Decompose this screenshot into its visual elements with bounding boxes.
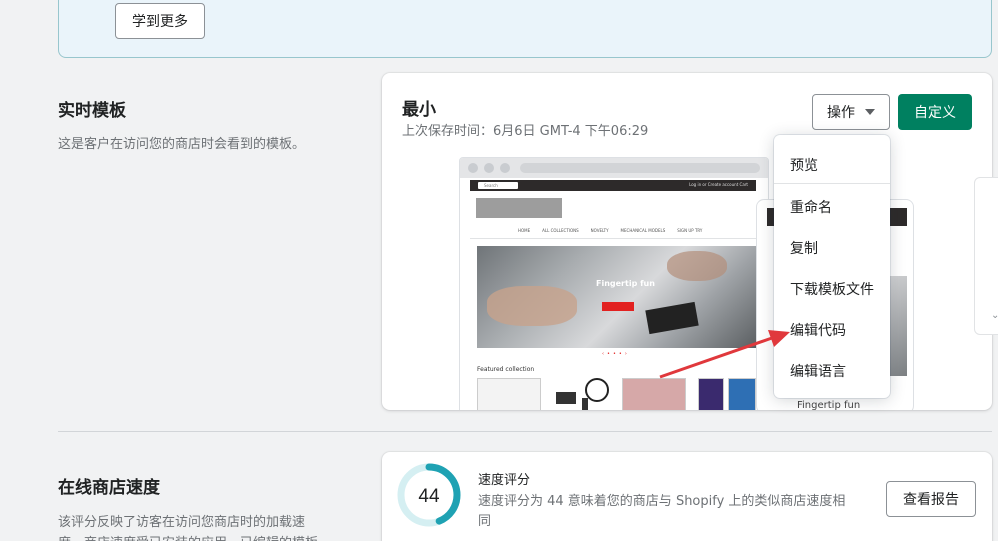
store-logo — [476, 198, 562, 218]
window-dot — [484, 163, 494, 173]
view-report-button[interactable]: 查看报告 — [886, 481, 976, 517]
store-search: Search — [478, 182, 518, 189]
store-speed-title: 在线商店速度 — [58, 478, 160, 498]
section-divider — [58, 431, 992, 432]
mobile-hero-title: Fingertip fun — [797, 400, 861, 410]
product-thumb — [477, 378, 541, 410]
nav-divider — [470, 238, 756, 239]
hero-title: Fingertip fun — [596, 279, 655, 288]
speed-score: 44 — [418, 486, 440, 507]
product-thumb — [728, 378, 756, 410]
store-nav-item: MECHANICAL MODELS — [620, 228, 666, 233]
store-nav-item: HOME — [518, 228, 531, 233]
store-nav: HOME ALL COLLECTIONS NOVELTY MECHANICAL … — [518, 228, 758, 233]
store-login-links: Log in or Create account Cart — [689, 182, 748, 187]
actions-label: 操作 — [827, 105, 855, 121]
menu-item-preview[interactable]: 预览 — [790, 155, 818, 175]
hero-phone-shape — [645, 301, 699, 335]
hero-image: Fingertip fun — [477, 246, 756, 348]
menu-item-download-theme[interactable]: 下载模板文件 — [790, 279, 874, 299]
store-topbar: Search Log in or Create account Cart — [470, 180, 756, 191]
actions-dropdown: 预览 重命名 复制 下载模板文件 编辑代码 编辑语言 — [774, 135, 890, 398]
store-nav-item: NOVELTY — [590, 228, 609, 233]
info-banner: 学到更多 — [58, 0, 992, 58]
customize-button[interactable]: 自定义 — [898, 94, 972, 130]
speed-card: 44 速度评分 速度评分为 44 意味着您的商店与 Shopify 上的类似商店… — [382, 452, 992, 541]
live-theme-title: 实时模板 — [58, 101, 126, 121]
menu-item-edit-languages[interactable]: 编辑语言 — [790, 361, 846, 381]
caret-down-icon — [865, 109, 875, 115]
last-saved-time: 上次保存时间：6月6日 GMT-4 下午06:29 — [402, 124, 649, 139]
hero-hand-shape — [487, 286, 577, 326]
menu-divider — [774, 183, 890, 184]
menu-item-rename[interactable]: 重命名 — [790, 197, 832, 217]
menu-item-edit-code[interactable]: 编辑代码 — [790, 320, 846, 340]
slider-dots: ‹•••› — [602, 351, 630, 357]
desktop-preview: Search Log in or Create account Cart HOM… — [459, 157, 769, 410]
browser-chrome — [460, 158, 768, 178]
speed-gauge: 44 — [397, 463, 461, 527]
theme-name: 最小 — [402, 100, 436, 120]
learn-more-button[interactable]: 学到更多 — [115, 3, 205, 39]
theme-card: 最小 上次保存时间：6月6日 GMT-4 下午06:29 操作 自定义 Sear… — [382, 73, 992, 410]
window-dot — [500, 163, 510, 173]
speed-score-description: 速度评分为 44 意味着您的商店与 Shopify 上的类似商店速度相同 — [478, 494, 846, 529]
store-nav-item: ALL COLLECTIONS — [542, 228, 579, 233]
product-thumb — [698, 378, 724, 410]
product-thumb — [552, 378, 610, 410]
store-speed-description-line2: 度。商店速度受已安装的应用、已编辑的模板 — [58, 533, 318, 541]
featured-heading: Featured collection — [477, 366, 535, 373]
menu-item-duplicate[interactable]: 复制 — [790, 238, 818, 258]
side-panel[interactable]: ⌄ — [974, 177, 998, 335]
url-bar — [520, 163, 760, 173]
live-theme-description: 这是客户在访问您的商店时会看到的模板。 — [58, 137, 306, 152]
store-nav-item: SIGN UP TRY — [677, 228, 703, 233]
actions-button[interactable]: 操作 — [812, 94, 890, 130]
hero-button — [602, 302, 634, 311]
product-thumb — [622, 378, 686, 410]
window-dot — [468, 163, 478, 173]
speed-score-label: 速度评分 — [478, 473, 531, 488]
store-speed-description-line1: 该评分反映了访客在访问您商店时的加载速 — [58, 515, 306, 530]
hero-hand-shape — [667, 251, 727, 281]
chevron-down-icon[interactable]: ⌄ — [991, 310, 998, 321]
